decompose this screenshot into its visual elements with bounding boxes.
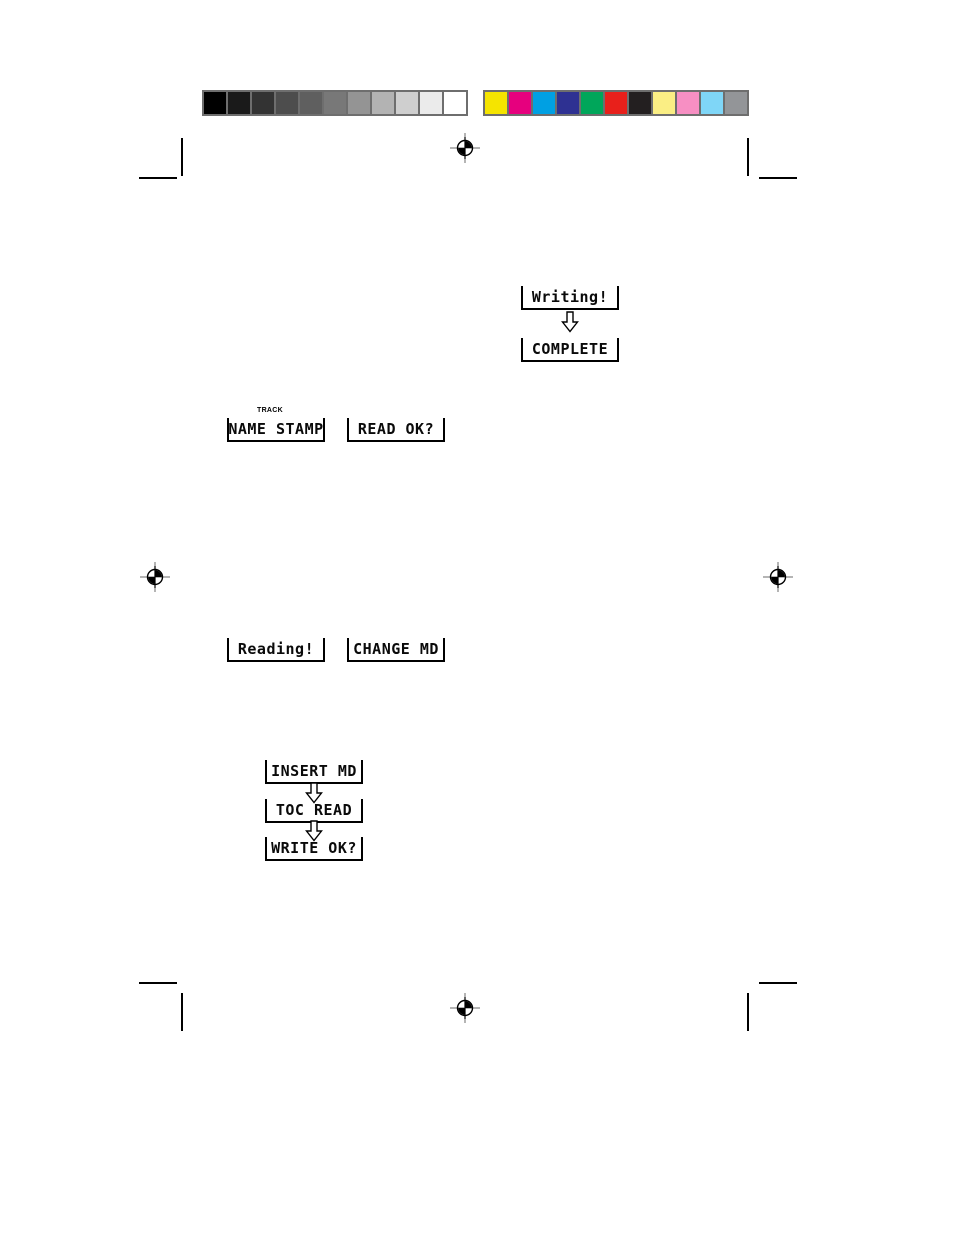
color-swatch <box>372 92 394 114</box>
color-swatch <box>420 92 442 114</box>
color-swatch <box>653 92 675 114</box>
crop-mark-bottom-left-vertical <box>181 993 183 1031</box>
registration-mark-right-middle <box>763 562 793 592</box>
registration-target-icon <box>450 133 480 163</box>
crop-mark-bottom-right-horizontal <box>759 982 797 984</box>
color-swatch <box>485 92 507 114</box>
down-arrow-icon <box>305 820 323 842</box>
registration-target-icon <box>450 993 480 1023</box>
lcd-display-text: WRITE OK? <box>271 838 357 857</box>
crop-mark-bottom-left-horizontal <box>139 982 177 984</box>
registration-mark-top-center <box>450 133 480 163</box>
lcd-display-text: Writing! <box>531 287 609 306</box>
lcd-display-text: COMPLETE <box>531 339 609 358</box>
color-swatch <box>300 92 322 114</box>
flow-arrow-toc-to-write <box>305 820 323 842</box>
color-swatch <box>557 92 579 114</box>
display-complete: COMPLETE <box>521 338 619 362</box>
display-insert-md: INSERT MD <box>265 760 363 784</box>
registration-mark-bottom-center <box>450 993 480 1023</box>
color-swatch <box>605 92 627 114</box>
color-swatch <box>228 92 250 114</box>
color-swatch <box>396 92 418 114</box>
registration-mark-left-middle <box>140 562 170 592</box>
flow-arrow-writing-to-complete <box>561 311 579 333</box>
color-swatch <box>509 92 531 114</box>
display-change-md: CHANGE MD <box>347 638 445 662</box>
down-arrow-icon <box>305 782 323 804</box>
registration-target-icon <box>140 562 170 592</box>
flow-arrow-insert-to-toc <box>305 782 323 804</box>
color-swatch <box>725 92 747 114</box>
color-swatch <box>204 92 226 114</box>
color-swatch <box>581 92 603 114</box>
color-swatch <box>348 92 370 114</box>
process-color-bar <box>483 90 749 116</box>
lcd-display-text: NAME STAMP <box>228 419 324 438</box>
display-read-ok: READ OK? <box>347 418 445 442</box>
display-name-stamp: TRACK NAME STAMP <box>227 407 325 442</box>
lcd-display-text: INSERT MD <box>271 761 357 780</box>
registration-target-icon <box>763 562 793 592</box>
color-swatch <box>701 92 723 114</box>
display-reading: Reading! <box>227 638 325 662</box>
display-writing: Writing! <box>521 286 619 310</box>
color-swatch <box>324 92 346 114</box>
color-swatch <box>252 92 274 114</box>
down-arrow-icon <box>561 311 579 333</box>
color-swatch <box>629 92 651 114</box>
crop-mark-top-right-horizontal <box>759 177 797 179</box>
lcd-display-text: READ OK? <box>357 419 435 438</box>
crop-mark-top-left-horizontal <box>139 177 177 179</box>
color-swatch <box>444 92 466 114</box>
color-swatch <box>533 92 555 114</box>
crop-mark-bottom-right-vertical <box>747 993 749 1031</box>
crop-mark-top-right-vertical <box>747 138 749 176</box>
lcd-display-text: Reading! <box>237 639 315 658</box>
grayscale-step-wedge <box>202 90 468 116</box>
crop-mark-top-left-vertical <box>181 138 183 176</box>
color-swatch <box>677 92 699 114</box>
lcd-display-text: CHANGE MD <box>353 639 439 658</box>
color-swatch <box>276 92 298 114</box>
lcd-track-indicator-label: TRACK <box>257 407 283 414</box>
lcd-display-text: TOC READ <box>275 800 353 819</box>
